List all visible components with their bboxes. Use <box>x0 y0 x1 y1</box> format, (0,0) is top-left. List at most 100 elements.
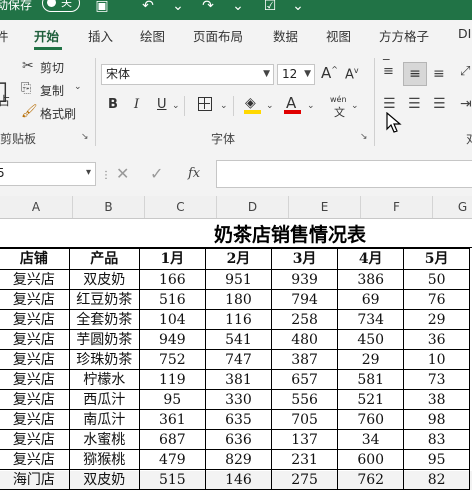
table-cell[interactable]: 34 <box>337 429 405 450</box>
tab-file[interactable]: 件 <box>0 26 9 45</box>
clipboard-launcher-icon[interactable]: ↘ <box>81 132 89 142</box>
tab-view[interactable]: 视图 <box>326 26 351 45</box>
autosave-toggle[interactable]: 关 <box>42 0 80 12</box>
table-cell[interactable]: 951 <box>204 269 273 290</box>
table-cell[interactable]: 231 <box>270 449 339 470</box>
table-cell[interactable]: 762 <box>337 469 405 490</box>
table-cell[interactable]: 516 <box>138 289 206 310</box>
align-center-icon[interactable]: ☰ <box>408 96 421 112</box>
table-cell[interactable]: 636 <box>204 429 273 450</box>
bold-button[interactable]: B <box>108 97 118 112</box>
table-cell[interactable]: 829 <box>204 449 273 470</box>
table-cell[interactable]: 387 <box>270 349 339 370</box>
table-cell[interactable]: 450 <box>337 329 405 350</box>
copy-icon[interactable]: ⎘ <box>21 81 31 96</box>
table-cell[interactable]: 全套奶茶 <box>68 309 140 330</box>
table-cell[interactable]: 50 <box>403 269 470 290</box>
table-cell[interactable]: 361 <box>138 409 206 430</box>
indent-icon[interactable]: ⇥ <box>460 96 472 112</box>
table-cell[interactable]: 83 <box>403 429 470 450</box>
undo-icon[interactable]: ↶ <box>140 0 156 14</box>
table-cell[interactable]: 600 <box>337 449 405 470</box>
format-painter-icon[interactable]: 🖌 <box>21 104 38 119</box>
font-color-dropdown-icon[interactable]: ⌄ <box>307 101 315 111</box>
align-middle-icon[interactable]: ≡ <box>403 62 427 86</box>
table-cell[interactable]: 南瓜汁 <box>68 409 140 430</box>
table-cell[interactable]: 116 <box>204 309 273 330</box>
table-cell[interactable]: 82 <box>403 469 470 490</box>
header-cell[interactable]: 5月 <box>403 248 470 270</box>
table-cell[interactable]: 双皮奶 <box>68 269 140 290</box>
formula-input[interactable] <box>216 160 472 188</box>
undo-dropdown-icon[interactable]: ⌄ <box>170 0 186 14</box>
table-cell[interactable]: 芋圆奶茶 <box>68 329 140 350</box>
table-cell[interactable]: 949 <box>138 329 206 350</box>
qat-dropdown-icon[interactable]: ⌄ <box>290 0 306 14</box>
table-cell[interactable]: 73 <box>403 369 470 390</box>
insert-function-icon[interactable]: fx <box>188 166 200 181</box>
header-cell[interactable]: 店铺 <box>0 248 70 270</box>
column-header-c[interactable]: C <box>145 196 217 218</box>
table-cell[interactable]: 386 <box>337 269 405 290</box>
column-header-f[interactable]: F <box>361 196 433 218</box>
table-cell[interactable]: 794 <box>270 289 339 310</box>
borders-icon[interactable] <box>198 97 212 111</box>
fill-color-icon[interactable]: ◈ <box>245 95 256 111</box>
table-cell[interactable]: 海门店 <box>0 469 70 490</box>
column-header-g[interactable]: G <box>433 196 472 218</box>
redo-dropdown-icon[interactable]: ⌄ <box>230 0 246 14</box>
table-cell[interactable]: 479 <box>138 449 206 470</box>
tab-developer[interactable]: DI <box>458 26 471 41</box>
fill-color-dropdown-icon[interactable]: ⌄ <box>266 101 274 111</box>
tab-draw[interactable]: 绘图 <box>140 26 165 45</box>
copy-dropdown-icon[interactable]: ⌄ <box>74 82 82 92</box>
header-cell[interactable]: 4月 <box>337 248 405 270</box>
table-cell[interactable]: 541 <box>204 329 273 350</box>
table-cell[interactable]: 635 <box>204 409 273 430</box>
table-cell[interactable]: 复兴店 <box>0 349 70 370</box>
table-cell[interactable]: 珍珠奶茶 <box>68 349 140 370</box>
table-cell[interactable]: 复兴店 <box>0 449 70 470</box>
cancel-icon[interactable]: ✕ <box>116 164 129 183</box>
table-cell[interactable]: 复兴店 <box>0 389 70 410</box>
table-cell[interactable]: 38 <box>403 389 470 410</box>
title-cell[interactable]: 奶茶店销售情况表 <box>0 218 472 248</box>
align-right-icon[interactable]: ☰ <box>433 96 446 112</box>
italic-button[interactable]: I <box>134 97 139 112</box>
table-cell[interactable]: 521 <box>337 389 405 410</box>
table-cell[interactable]: 480 <box>270 329 339 350</box>
underline-dropdown-icon[interactable]: ⌄ <box>172 101 180 111</box>
table-cell[interactable]: 275 <box>270 469 339 490</box>
table-cell[interactable]: 29 <box>337 349 405 370</box>
orientation-icon[interactable]: ⤢ <box>460 64 470 79</box>
table-cell[interactable]: 复兴店 <box>0 429 70 450</box>
table-cell[interactable]: 734 <box>337 309 405 330</box>
table-cell[interactable]: 复兴店 <box>0 329 70 350</box>
table-cell[interactable]: 760 <box>337 409 405 430</box>
format-painter-button[interactable]: 格式刷 <box>40 105 76 122</box>
table-cell[interactable]: 939 <box>270 269 339 290</box>
column-header-b[interactable]: B <box>73 196 145 218</box>
header-cell[interactable]: 3月 <box>270 248 339 270</box>
table-cell[interactable]: 双皮奶 <box>68 469 140 490</box>
tab-fangfang[interactable]: 方方格子 <box>379 26 429 45</box>
table-cell[interactable]: 687 <box>138 429 206 450</box>
font-name-select[interactable]: 宋体 ▼ <box>101 64 274 85</box>
table-cell[interactable]: 381 <box>204 369 273 390</box>
table-cell[interactable]: 10 <box>403 349 470 370</box>
header-cell[interactable]: 2月 <box>204 248 273 270</box>
table-cell[interactable]: 复兴店 <box>0 269 70 290</box>
table-cell[interactable]: 复兴店 <box>0 369 70 390</box>
table-cell[interactable]: 柠檬水 <box>68 369 140 390</box>
table-cell[interactable]: 752 <box>138 349 206 370</box>
tab-page-layout[interactable]: 页面布局 <box>193 26 243 45</box>
copy-button[interactable]: 复制 <box>40 82 64 99</box>
table-cell[interactable]: 119 <box>138 369 206 390</box>
table-cell[interactable]: 705 <box>270 409 339 430</box>
cut-button[interactable]: 剪切 <box>40 59 64 76</box>
table-cell[interactable]: 69 <box>337 289 405 310</box>
table-cell[interactable]: 西瓜汁 <box>68 389 140 410</box>
table-cell[interactable]: 657 <box>270 369 339 390</box>
decrease-font-icon[interactable]: Av <box>345 66 359 82</box>
table-cell[interactable]: 复兴店 <box>0 309 70 330</box>
